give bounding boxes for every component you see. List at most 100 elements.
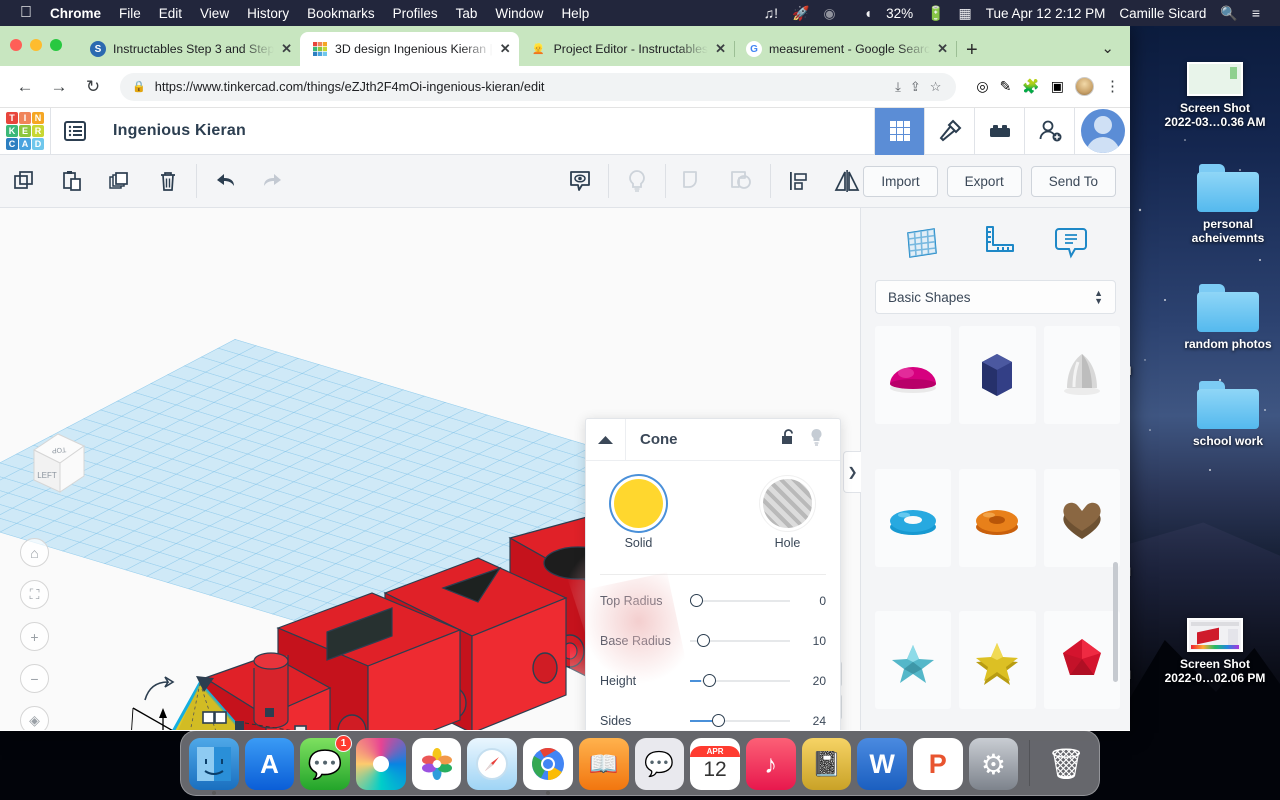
slider-track[interactable]	[690, 594, 790, 608]
messages-alt-icon[interactable]: 💬	[635, 738, 685, 790]
home-view-icon[interactable]: ⌂	[20, 538, 49, 567]
slider-knob[interactable]	[690, 594, 703, 607]
orthographic-view-icon[interactable]: ◈	[20, 706, 49, 730]
menu-item-window[interactable]: Window	[495, 6, 543, 21]
system-preferences-icon[interactable]: ⚙	[969, 738, 1019, 790]
safari-icon[interactable]	[467, 738, 517, 790]
group-shapes-icon[interactable]	[670, 155, 718, 208]
desktop-icon-personal-acheivemnts[interactable]: personal acheivemnts	[1168, 158, 1280, 245]
chevron-right-icon[interactable]: ❯	[843, 451, 861, 493]
word-icon[interactable]: W	[857, 738, 907, 790]
bookmark-star-icon[interactable]: ☆	[927, 79, 945, 95]
reload-icon[interactable]: ↻	[78, 72, 108, 102]
tab-manager-icon[interactable]: ◎	[976, 78, 988, 95]
show-hide-eye-icon[interactable]	[556, 155, 604, 208]
photos-icon[interactable]	[412, 738, 462, 790]
sidepanel-icon[interactable]: ▣	[1051, 78, 1064, 95]
control-center-icon[interactable]: ≡	[1252, 5, 1260, 21]
menu-item-tab[interactable]: Tab	[456, 6, 478, 21]
browser-tab-2[interactable]: 3D design Ingenious Kieran | ✕	[300, 32, 519, 66]
finder-icon[interactable]	[189, 738, 239, 790]
minimize-window-button[interactable]	[30, 39, 42, 51]
menubar-datetime[interactable]: Tue Apr 12 2:12 PM	[986, 6, 1106, 21]
shape-item-hexagon-prism[interactable]	[959, 326, 1035, 424]
app-store-icon[interactable]: A	[245, 738, 295, 790]
solid-color-swatch[interactable]	[614, 479, 663, 528]
close-tab-button[interactable]: ✕	[937, 41, 948, 57]
import-button[interactable]: Import	[863, 166, 937, 197]
close-tab-button[interactable]: ✕	[715, 41, 726, 57]
page-title[interactable]: Ingenious Kieran	[99, 122, 246, 140]
close-tab-button[interactable]: ✕	[500, 41, 511, 57]
desktop-icon-screenshot-2[interactable]: Screen Shot 2022-0…02.06 PM	[1155, 598, 1275, 685]
tinkercad-logo-icon[interactable]: TIN KER CAD	[0, 108, 50, 155]
address-bar[interactable]: 🔒 https://www.tinkercad.com/things/eZJth…	[120, 73, 956, 101]
prezi-icon[interactable]: P	[913, 738, 963, 790]
avatar[interactable]	[1074, 108, 1130, 155]
photo-booth-icon[interactable]	[356, 738, 406, 790]
gallery-list-icon[interactable]	[51, 108, 99, 155]
undo-arrow-icon[interactable]	[201, 155, 249, 208]
redo-arrow-icon[interactable]	[249, 155, 297, 208]
view-cube[interactable]: TOP LEFT	[28, 426, 90, 498]
desktop-icon-school-work[interactable]: school work	[1168, 375, 1280, 448]
rocket-icon[interactable]: 🚀	[792, 5, 809, 22]
shapes-scrollbar[interactable]	[1113, 562, 1118, 682]
ruler-icon[interactable]	[975, 221, 1017, 268]
menu-item-edit[interactable]: Edit	[159, 6, 182, 21]
property-value[interactable]: 10	[796, 634, 826, 648]
property-height[interactable]: Height 20	[586, 661, 840, 701]
property-base-radius[interactable]: Base Radius 10	[586, 621, 840, 661]
unlocked-padlock-icon[interactable]	[781, 428, 796, 451]
solid-option[interactable]: Solid	[586, 479, 691, 550]
share-icon[interactable]: ⇪	[907, 79, 924, 95]
codeblocks-hammer-icon[interactable]	[924, 108, 974, 155]
pencil-icon[interactable]: ✎	[1000, 78, 1012, 95]
shape-item-tube-donut[interactable]	[959, 469, 1035, 567]
invite-person-icon[interactable]	[1024, 108, 1074, 155]
puzzle-extension-icon[interactable]: 🧩	[1022, 78, 1039, 95]
slider-knob[interactable]	[697, 634, 710, 647]
menu-item-profiles[interactable]: Profiles	[393, 6, 438, 21]
shape-item-star-thick[interactable]	[959, 611, 1035, 709]
apple-icon[interactable]: 	[20, 5, 32, 21]
hole-swatch[interactable]	[763, 479, 812, 528]
wifi-icon[interactable]: ◖	[864, 5, 872, 21]
messages-icon[interactable]: 💬 1	[300, 738, 350, 790]
menu-app-name[interactable]: Chrome	[50, 6, 101, 21]
fit-to-view-icon[interactable]: ⛶	[20, 580, 49, 609]
property-value[interactable]: 20	[796, 674, 826, 688]
calendar-icon[interactable]: APR 12	[690, 738, 740, 790]
shape-library-grid[interactable]	[875, 326, 1120, 730]
desktop-icon-screenshot-1[interactable]: Screen Shot 2022-03…0.36 AM	[1155, 42, 1275, 129]
menu-item-bookmarks[interactable]: Bookmarks	[307, 6, 375, 21]
shape-item-paraboloid[interactable]	[1044, 326, 1120, 424]
books-icon[interactable]: 📖	[579, 738, 629, 790]
light-bulb-icon[interactable]	[809, 428, 824, 451]
bricks-icon[interactable]	[974, 108, 1024, 155]
align-icon[interactable]	[775, 155, 823, 208]
menu-item-help[interactable]: Help	[561, 6, 589, 21]
menu-item-history[interactable]: History	[247, 6, 289, 21]
slider-knob[interactable]	[703, 674, 716, 687]
light-bulb-icon[interactable]	[613, 155, 661, 208]
property-value[interactable]: 0	[796, 594, 826, 608]
send-to-button[interactable]: Send To	[1031, 166, 1116, 197]
shape-item-half-sphere[interactable]	[875, 326, 951, 424]
desktop-icon-random-photos[interactable]: random photos	[1168, 278, 1280, 351]
search-icon[interactable]: 🔍	[1220, 5, 1237, 22]
shape-item-star-flat[interactable]	[875, 611, 951, 709]
shape-item-torus[interactable]	[875, 469, 951, 567]
install-icon[interactable]: ⤓	[892, 79, 904, 95]
note-callout-icon[interactable]	[1050, 221, 1092, 268]
zoom-out-icon[interactable]: −	[20, 664, 49, 693]
browser-tab-1[interactable]: S Instructables Step 3 and Step ✕	[78, 32, 300, 66]
shape-item-polygon[interactable]	[1044, 611, 1120, 709]
browser-tab-3[interactable]: 👱 Project Editor - Instructables ✕	[519, 32, 734, 66]
mirror-flip-icon[interactable]	[823, 155, 871, 208]
property-top-radius[interactable]: Top Radius 0	[586, 581, 840, 621]
notes-icon[interactable]: 📓	[802, 738, 852, 790]
maximize-window-button[interactable]	[50, 39, 62, 51]
property-value[interactable]: 24	[796, 714, 826, 728]
keyboard-input-icon[interactable]: ▦	[959, 5, 972, 22]
